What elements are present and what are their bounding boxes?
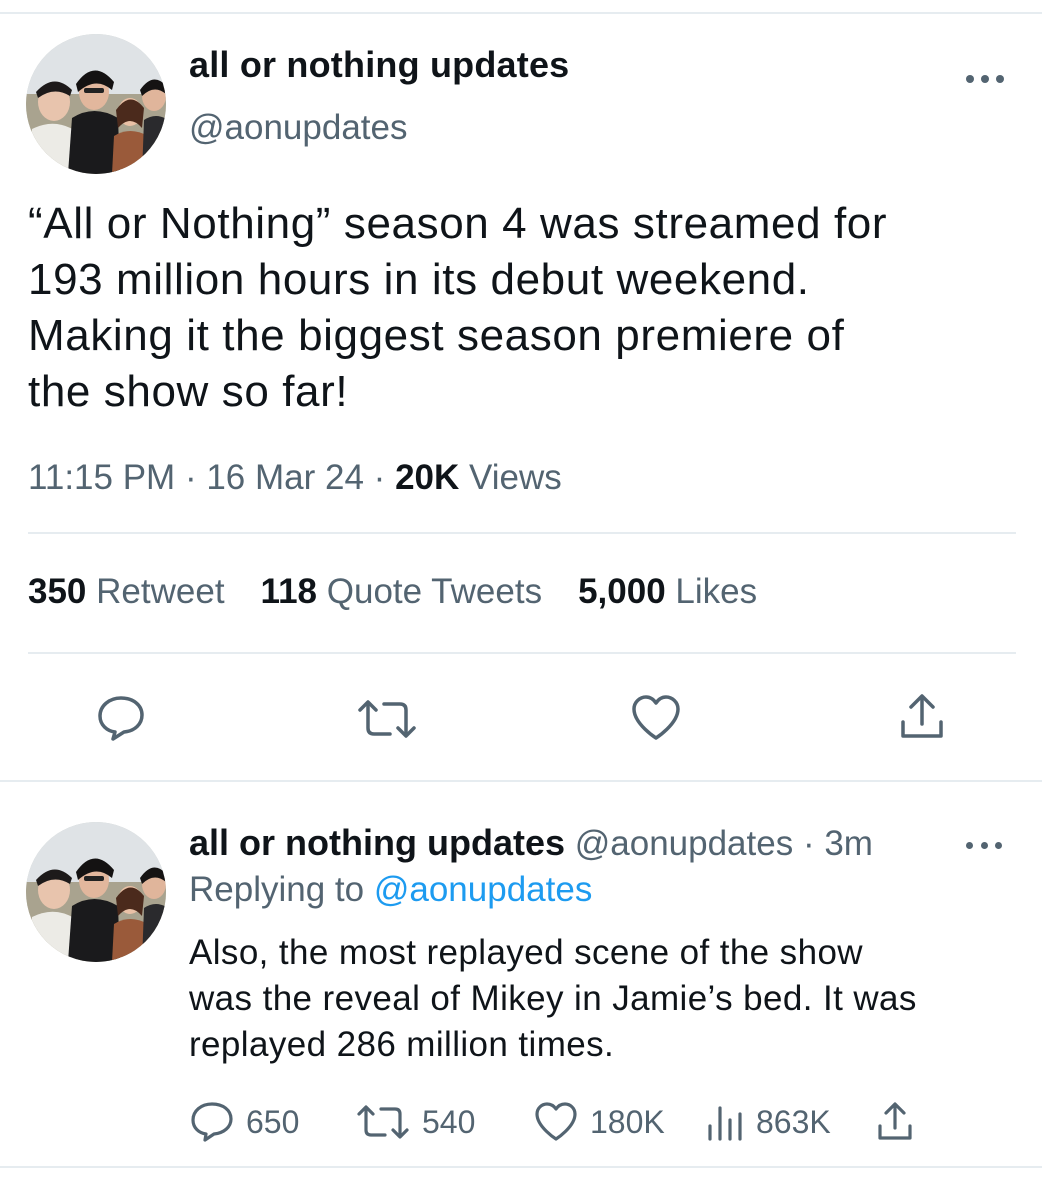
- heart-icon[interactable]: [630, 694, 682, 742]
- views-count: 20K: [395, 458, 460, 497]
- top-divider: [0, 12, 1042, 14]
- more-icon[interactable]: [966, 72, 1004, 86]
- heart-icon: [535, 1102, 577, 1141]
- user-handle[interactable]: @aonupdates: [575, 824, 793, 863]
- tweet-text: “All or Nothing” season 4 was streamed f…: [28, 199, 888, 416]
- tweet-time[interactable]: 11:15 PM: [28, 458, 175, 497]
- retweets-label: Retweet: [96, 572, 225, 611]
- meta-separator: ·: [802, 824, 815, 863]
- avatar-photo: [26, 34, 166, 174]
- retweet-count: 540: [422, 1103, 476, 1140]
- tweet-meta: 11:15 PM · 16 Mar 24 · 20K Views: [28, 458, 562, 498]
- views-label: Views: [469, 458, 562, 497]
- retweets-count: 350: [28, 572, 87, 611]
- analytics-icon: [708, 1106, 742, 1141]
- avatar-photo: [26, 822, 166, 962]
- engagement-stats: 350 Retweet 118 Quote Tweets 5,000 Likes: [28, 572, 793, 612]
- meta-separator: ·: [373, 458, 386, 497]
- display-name[interactable]: all or nothing updates: [189, 44, 569, 86]
- mention-link[interactable]: @aonupdates: [374, 870, 592, 909]
- retweet-action[interactable]: 540: [356, 1100, 475, 1144]
- share-icon[interactable]: [898, 692, 946, 742]
- avatar[interactable]: [26, 34, 166, 174]
- meta-separator: ·: [184, 458, 197, 497]
- user-handle[interactable]: @aonupdates: [189, 108, 407, 148]
- likes-count: 5,000: [578, 572, 666, 611]
- reply-age[interactable]: 3m: [824, 824, 873, 863]
- tweet-separator: [0, 780, 1042, 782]
- reply-count: 650: [246, 1103, 300, 1140]
- display-name[interactable]: all or nothing updates: [189, 822, 565, 863]
- like-action[interactable]: 180K: [534, 1100, 665, 1144]
- like-count: 180K: [590, 1103, 665, 1140]
- reply-text: Also, the most replayed scene of the sho…: [189, 933, 917, 1064]
- bottom-divider: [0, 1166, 1042, 1168]
- divider: [28, 652, 1016, 654]
- share-icon: [878, 1102, 912, 1140]
- reply-icon[interactable]: [96, 694, 146, 742]
- reply-icon: [191, 1102, 233, 1142]
- replying-to: Replying to @aonupdates: [189, 870, 592, 910]
- divider: [28, 532, 1016, 534]
- tweet-date[interactable]: 16 Mar 24: [206, 458, 364, 497]
- retweets-stat[interactable]: 350 Retweet: [28, 572, 225, 612]
- avatar[interactable]: [26, 822, 166, 962]
- more-icon[interactable]: [966, 838, 1002, 852]
- retweet-icon[interactable]: [356, 698, 418, 740]
- quotes-count: 118: [260, 572, 318, 611]
- likes-label: Likes: [675, 572, 758, 611]
- reply-header: all or nothing updates @aonupdates · 3m: [189, 822, 873, 864]
- views-action[interactable]: 863K: [706, 1100, 831, 1144]
- likes-stat[interactable]: 5,000 Likes: [578, 572, 757, 612]
- replying-prefix: Replying to: [189, 870, 365, 909]
- share-action[interactable]: [876, 1100, 914, 1144]
- retweet-icon: [357, 1105, 409, 1139]
- quotes-label: Quote Tweets: [326, 572, 543, 611]
- reply-action[interactable]: 650: [190, 1100, 299, 1144]
- quotes-stat[interactable]: 118 Quote Tweets: [261, 572, 543, 612]
- views-count: 863K: [756, 1103, 831, 1140]
